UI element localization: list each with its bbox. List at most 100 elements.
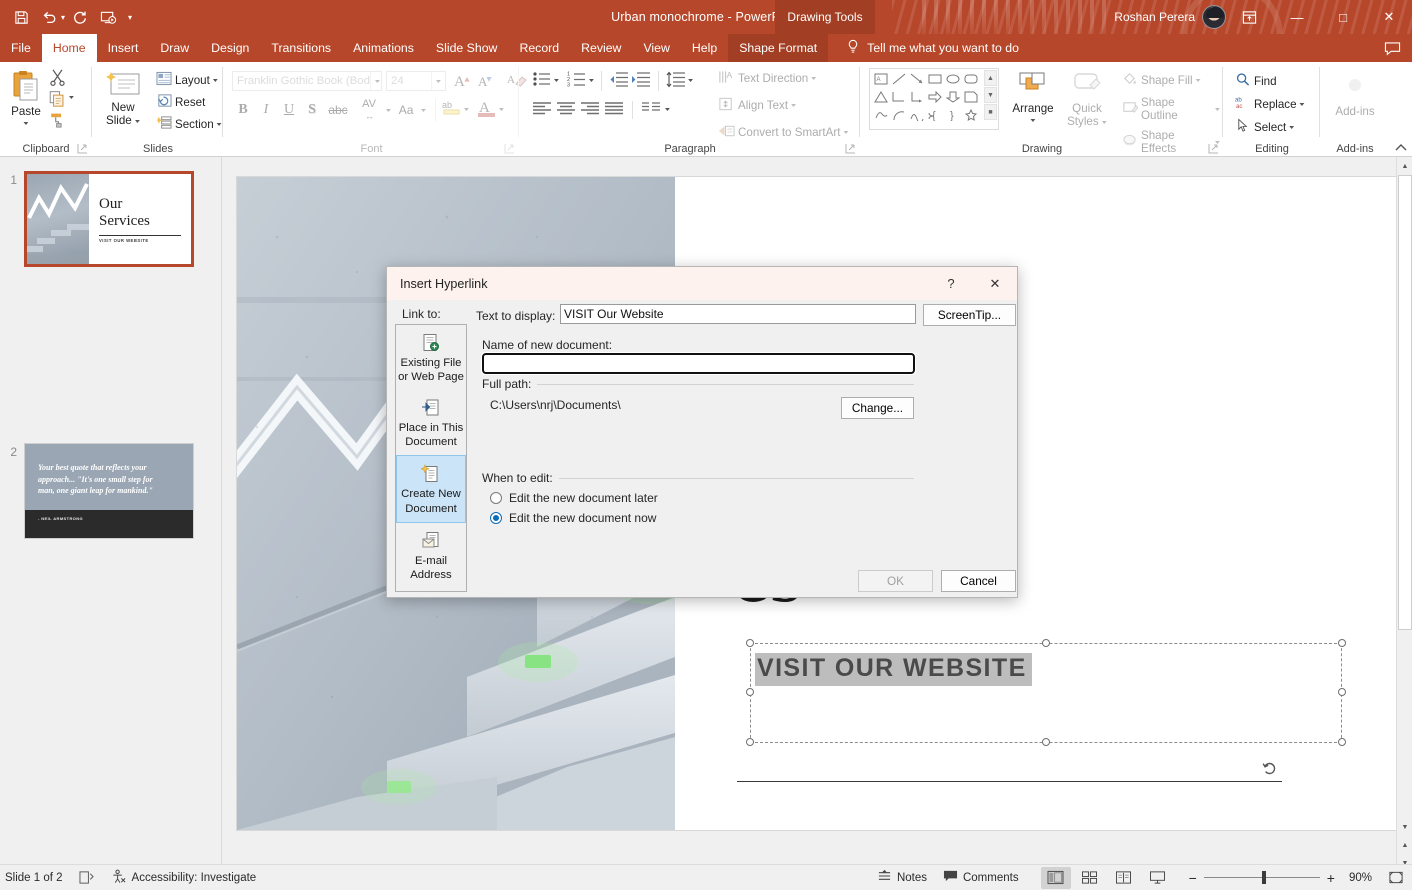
drawing-dialog-launcher-icon[interactable] xyxy=(1208,143,1219,154)
shape-line-icon[interactable] xyxy=(890,70,908,88)
scroll-up-icon[interactable]: ▲ xyxy=(1397,157,1412,175)
shape-star-icon[interactable] xyxy=(962,106,980,124)
shape-elbow-icon[interactable] xyxy=(890,88,908,106)
scroll-down-icon[interactable]: ▼ xyxy=(1397,818,1412,836)
new-slide-dropdown-icon[interactable]: ▾ xyxy=(135,118,140,125)
shape-down-arrow-icon[interactable] xyxy=(944,88,962,106)
arrange-dropdown-icon[interactable]: ▾ xyxy=(1030,117,1035,124)
slide-show-button[interactable] xyxy=(1143,867,1173,889)
decrease-font-size-button[interactable]: A xyxy=(476,70,498,93)
avatar[interactable] xyxy=(1202,5,1226,29)
link-to-list[interactable]: Existing File or Web Page Place in This … xyxy=(395,324,467,592)
numbering-dropdown-icon[interactable]: ▾ xyxy=(589,77,594,84)
text-highlight-dropdown-icon[interactable]: ▾ xyxy=(464,106,469,113)
accessibility-status[interactable]: Accessibility: Investigate xyxy=(103,865,265,890)
minimize-button[interactable]: — xyxy=(1274,0,1320,34)
change-path-button[interactable]: Change... xyxy=(841,397,914,419)
shape-scribble-icon[interactable] xyxy=(872,106,890,124)
thumbnail-row-1[interactable]: 1 OurServices VISIT OUR WEBSITE xyxy=(2,171,194,267)
shape-outline-dropdown-icon[interactable]: ▾ xyxy=(1215,106,1220,113)
tab-insert[interactable]: Insert xyxy=(97,34,150,62)
shape-fill-button[interactable]: Shape Fill ▾ xyxy=(1119,70,1223,90)
shapes-gallery[interactable]: A { } xyxy=(869,68,999,130)
cancel-button[interactable]: Cancel xyxy=(941,570,1016,592)
dialog-title-bar[interactable]: Insert Hyperlink ? ✕ xyxy=(387,267,1017,300)
slide-thumbnail-1[interactable]: OurServices VISIT OUR WEBSITE xyxy=(24,171,194,267)
replace-dropdown-icon[interactable]: ▾ xyxy=(1300,101,1305,108)
align-text-button[interactable]: Align Text ▾ xyxy=(715,95,851,116)
vertical-scrollbar[interactable]: ▲ ▼ ▲ ▼ xyxy=(1396,157,1412,864)
addins-button[interactable]: Add-ins xyxy=(1331,74,1379,120)
align-right-button[interactable] xyxy=(580,100,600,119)
resize-handle-bottom-right[interactable] xyxy=(1338,738,1346,746)
link-to-email-address[interactable]: E-mail Address xyxy=(396,523,466,588)
text-shadow-button[interactable]: S xyxy=(301,102,323,118)
slide-sorter-button[interactable] xyxy=(1075,867,1105,889)
tab-transitions[interactable]: Transitions xyxy=(260,34,342,62)
bullets-dropdown-icon[interactable]: ▾ xyxy=(554,77,559,84)
link-to-place-in-document[interactable]: Place in This Document xyxy=(396,390,466,455)
reading-view-button[interactable] xyxy=(1109,867,1139,889)
shape-outline-button[interactable]: Shape Outline ▾ xyxy=(1119,95,1223,123)
tab-record[interactable]: Record xyxy=(508,34,570,62)
tab-file[interactable]: File xyxy=(0,34,42,62)
shapes-gallery-scroll[interactable]: ▲ ▼ ■ xyxy=(984,70,997,121)
replace-button[interactable]: abac Replace ▾ xyxy=(1232,94,1308,114)
shapes-more-icon[interactable]: ■ xyxy=(984,104,997,120)
shape-triangle-icon[interactable] xyxy=(872,88,890,106)
screentip-button[interactable]: ScreenTip... xyxy=(923,304,1016,326)
align-left-button[interactable] xyxy=(532,100,552,119)
tab-slide-show[interactable]: Slide Show xyxy=(425,34,509,62)
resize-handle-top-right[interactable] xyxy=(1338,639,1346,647)
paste-dropdown-icon[interactable]: ▾ xyxy=(23,120,28,127)
shape-textbox-icon[interactable]: A xyxy=(872,70,890,88)
scrollbar-thumb[interactable] xyxy=(1398,175,1412,630)
slide-thumbnail-pane[interactable]: 1 OurServices VISIT OUR WEBSITE 2 Your b… xyxy=(0,157,222,864)
zoom-in-button[interactable]: + xyxy=(1327,870,1335,886)
align-center-button[interactable] xyxy=(556,100,576,119)
tab-design[interactable]: Design xyxy=(200,34,260,62)
font-name-combobox[interactable]: Franklin Gothic Book (Bod ▾ xyxy=(232,71,382,91)
quick-styles-button[interactable]: Quick Styles ▾ xyxy=(1063,69,1111,130)
shape-elbow-arrow-icon[interactable] xyxy=(908,88,926,106)
zoom-slider[interactable]: − + xyxy=(1183,870,1341,886)
align-text-dropdown-icon[interactable]: ▾ xyxy=(791,102,796,109)
reset-button[interactable]: Reset xyxy=(153,92,208,112)
shape-right-arrow-icon[interactable] xyxy=(926,88,944,106)
collapse-ribbon-icon[interactable] xyxy=(1394,140,1408,154)
radio-edit-later-button[interactable] xyxy=(490,492,502,504)
account-area[interactable]: Roshan Perera xyxy=(1114,0,1226,34)
subtitle-text[interactable]: VISIT OUR WEBSITE xyxy=(755,653,1032,686)
line-spacing-button[interactable] xyxy=(666,70,686,91)
save-icon[interactable] xyxy=(8,4,34,30)
notes-button[interactable]: Notes xyxy=(869,865,935,890)
italic-button[interactable]: I xyxy=(255,102,277,118)
paste-button[interactable]: Paste ▾ xyxy=(6,68,46,131)
maximize-button[interactable]: □ xyxy=(1320,0,1366,34)
customize-qat-icon[interactable]: ▾ xyxy=(128,13,132,22)
text-direction-button[interactable]: A Text Direction ▾ xyxy=(715,68,851,89)
link-to-create-new-document[interactable]: Create New Document xyxy=(396,455,466,522)
character-spacing-dropdown-icon[interactable]: ▾ xyxy=(386,107,391,114)
zoom-knob[interactable] xyxy=(1262,871,1266,884)
radio-edit-now-button[interactable] xyxy=(490,512,502,524)
layout-dropdown-icon[interactable]: ▾ xyxy=(213,77,218,84)
tab-animations[interactable]: Animations xyxy=(342,34,425,62)
numbering-button[interactable]: 123 xyxy=(567,70,587,91)
link-to-existing-file[interactable]: Existing File or Web Page xyxy=(396,325,466,390)
clipboard-dialog-launcher-icon[interactable] xyxy=(77,143,88,154)
paragraph-dialog-launcher-icon[interactable] xyxy=(845,143,856,154)
shape-right-brace-icon[interactable]: } xyxy=(944,106,962,124)
copy-dropdown-icon[interactable]: ▾ xyxy=(69,94,74,101)
tab-shape-format[interactable]: Shape Format xyxy=(728,34,828,62)
comments-icon[interactable] xyxy=(1380,37,1404,59)
shape-ellipse-icon[interactable] xyxy=(944,70,962,88)
copy-button[interactable] xyxy=(48,90,66,110)
zoom-level[interactable]: 90% xyxy=(1341,865,1380,890)
rotate-handle[interactable] xyxy=(1262,760,1278,776)
font-color-dropdown-icon[interactable]: ▾ xyxy=(499,106,504,113)
increase-indent-button[interactable] xyxy=(631,70,651,91)
justify-button[interactable] xyxy=(604,100,624,119)
ok-button[interactable]: OK xyxy=(858,570,933,592)
resize-handle-top-left[interactable] xyxy=(746,639,754,647)
